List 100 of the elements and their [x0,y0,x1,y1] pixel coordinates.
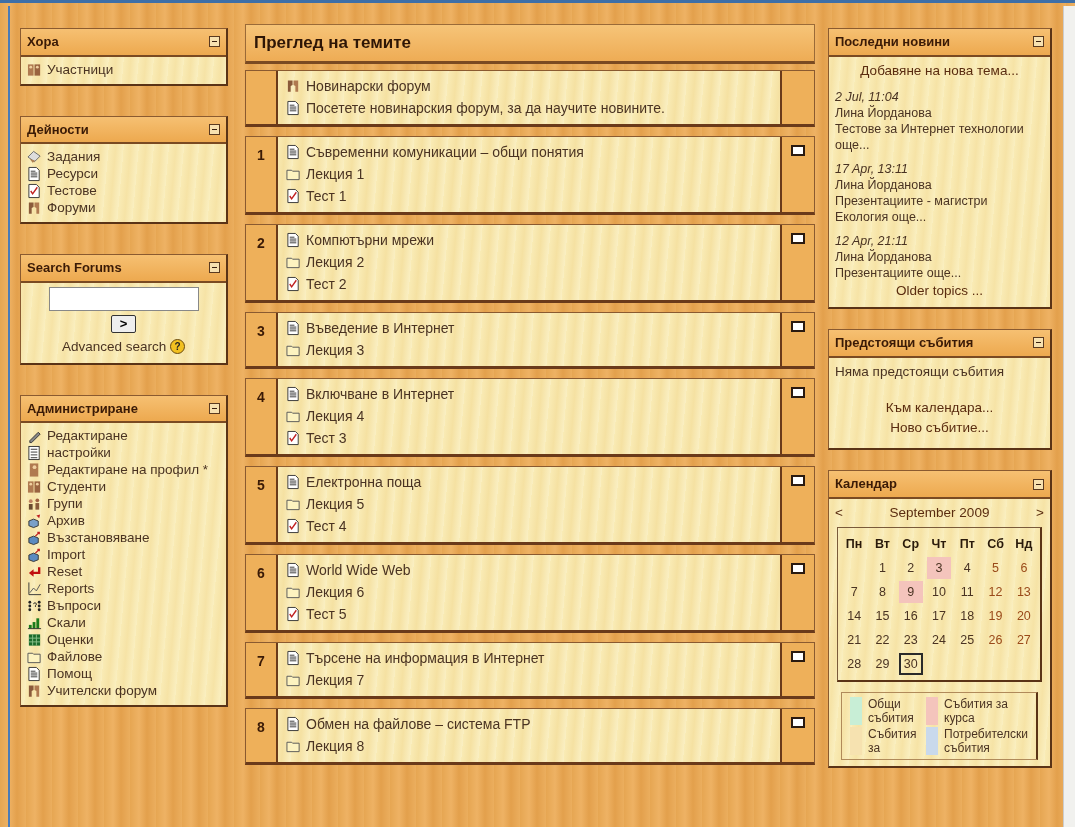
calendar-day[interactable]: 4 [955,557,980,579]
calendar-day[interactable]: 7 [842,581,867,603]
collapse-icon[interactable] [209,36,220,48]
calendar-day[interactable]: 16 [898,605,923,627]
calendar-day[interactable]: 12 [983,581,1008,603]
collapse-icon[interactable] [209,123,220,135]
sidebar-link[interactable]: Форуми [47,199,96,216]
calendar-day[interactable]: 21 [842,629,867,651]
calendar-day[interactable]: 10 [926,581,952,603]
prev-month-link[interactable]: < [835,502,843,523]
calendar-day[interactable]: 14 [842,605,867,627]
sidebar-link[interactable]: Участници [47,60,114,78]
calendar-link[interactable]: Към календара... [885,399,994,415]
activity-link[interactable]: Лекция 1 [306,162,365,185]
calendar-day[interactable]: 6 [1011,557,1036,579]
calendar-day[interactable]: 24 [926,629,952,651]
calendar-day[interactable]: 25 [955,629,980,651]
activity-link[interactable]: Тест 4 [306,514,347,537]
calendar-day[interactable]: 20 [1011,605,1036,627]
activity-link[interactable]: World Wide Web [306,558,411,581]
activity-link[interactable]: Лекция 5 [306,492,365,515]
activity-link[interactable]: Компютърни мрежи [306,228,434,251]
activity-link[interactable]: Посетете новинарския форум, за да научите новините. [306,96,665,119]
sidebar-link[interactable]: Ресурси [47,165,99,182]
collapse-icon[interactable] [1033,478,1044,490]
sidebar-link[interactable]: Оценки [47,631,94,649]
calendar-day[interactable]: 26 [983,629,1008,651]
activity-link[interactable]: Търсене на информация в Интернет [306,646,545,669]
calendar-day[interactable]: 27 [1011,629,1036,651]
calendar-day[interactable]: 19 [983,605,1008,627]
calendar-day[interactable]: 8 [870,581,895,603]
sidebar-link[interactable]: Групи [47,495,83,513]
collapse-icon[interactable] [1033,337,1044,349]
calendar-day[interactable]: 2 [898,557,923,579]
activity-link[interactable]: Новинарски форум [306,74,431,97]
activity-link[interactable]: Обмен на файлове – система FTP [306,712,531,735]
activity-link[interactable]: Включване в Интернет [306,382,455,405]
calendar-day[interactable]: 30 [898,653,923,675]
sidebar-link[interactable]: Въпроси [47,597,102,615]
highlight-icon[interactable] [791,716,805,728]
calendar-day[interactable]: 5 [983,557,1008,579]
calendar-day[interactable]: 15 [870,605,895,627]
activity-link[interactable]: Лекция 2 [306,250,365,273]
highlight-icon[interactable] [791,650,805,662]
post-link[interactable]: Презентациите още... [835,264,1044,281]
activity-link[interactable]: Лекция 7 [306,668,365,691]
activity-link[interactable]: Тест 5 [306,602,347,625]
collapse-icon[interactable] [209,262,220,274]
sidebar-link[interactable]: Учителски форум [47,682,157,700]
sidebar-link[interactable]: Задания [47,148,101,165]
activity-link[interactable]: Лекция 6 [306,580,365,603]
advanced-search-link[interactable]: Advanced search [61,338,167,354]
calendar-day[interactable]: 13 [1011,581,1036,603]
collapse-icon[interactable] [1033,36,1044,48]
post-link[interactable]: Презентациите - магистри Екология още... [835,192,1044,225]
calendar-day[interactable]: 18 [955,605,980,627]
next-month-link[interactable]: > [1036,502,1044,523]
sidebar-link[interactable]: Архив [47,512,85,530]
sidebar-link[interactable]: Скали [47,614,86,632]
calendar-day[interactable]: 9 [898,581,923,603]
search-button[interactable]: > [110,314,137,333]
calendar-day[interactable]: 1 [870,557,895,579]
activity-link[interactable]: Лекция 8 [306,734,365,757]
calendar-link[interactable]: Ново събитие... [890,420,989,435]
sidebar-link[interactable]: настройки [47,444,111,462]
highlight-icon[interactable] [791,232,805,244]
calendar-day[interactable]: 28 [842,653,867,675]
collapse-icon[interactable] [209,403,220,414]
activity-link[interactable]: Въведение в Интернет [306,316,455,339]
sidebar-link[interactable]: Възстановяване [47,529,150,547]
sidebar-link[interactable]: Import [47,546,86,564]
highlight-icon[interactable] [791,386,805,398]
activity-link[interactable]: Тест 2 [306,272,347,295]
scrollbar[interactable] [1063,6,1075,827]
highlight-icon[interactable] [791,562,805,574]
sidebar-link[interactable]: Reports [47,580,95,598]
sidebar-link[interactable]: Файлове [47,648,103,666]
highlight-icon[interactable] [791,144,805,156]
activity-link[interactable]: Лекция 4 [306,404,365,427]
sidebar-link[interactable]: Редактиране [47,427,128,445]
highlight-icon[interactable] [791,320,805,332]
add-topic-link[interactable]: Добавяне на нова тема... [835,60,1044,81]
calendar-day[interactable]: 29 [870,653,895,675]
calendar-day[interactable]: 23 [898,629,923,651]
activity-link[interactable]: Тест 1 [306,184,347,207]
highlight-icon[interactable] [791,474,805,486]
post-link[interactable]: Тестове за Интернет технологии още... [835,120,1044,153]
older-topics-link[interactable]: Older topics ... [835,280,1044,301]
activity-link[interactable]: Електронна поща [306,470,422,493]
calendar-day[interactable]: 11 [955,581,980,603]
search-field[interactable] [48,286,199,311]
calendar-day[interactable]: 22 [870,629,895,651]
sidebar-link[interactable]: Студенти [47,478,106,496]
activity-link[interactable]: Лекция 3 [306,338,365,361]
activity-link[interactable]: Тест 3 [306,426,347,449]
sidebar-link[interactable]: Тестове [47,182,97,199]
help-icon[interactable]: ? [170,339,186,355]
activity-link[interactable]: Съвременни комуникации – общи понятия [306,140,584,163]
sidebar-link[interactable]: Помощ [47,665,93,683]
sidebar-link[interactable]: Reset [47,563,83,581]
